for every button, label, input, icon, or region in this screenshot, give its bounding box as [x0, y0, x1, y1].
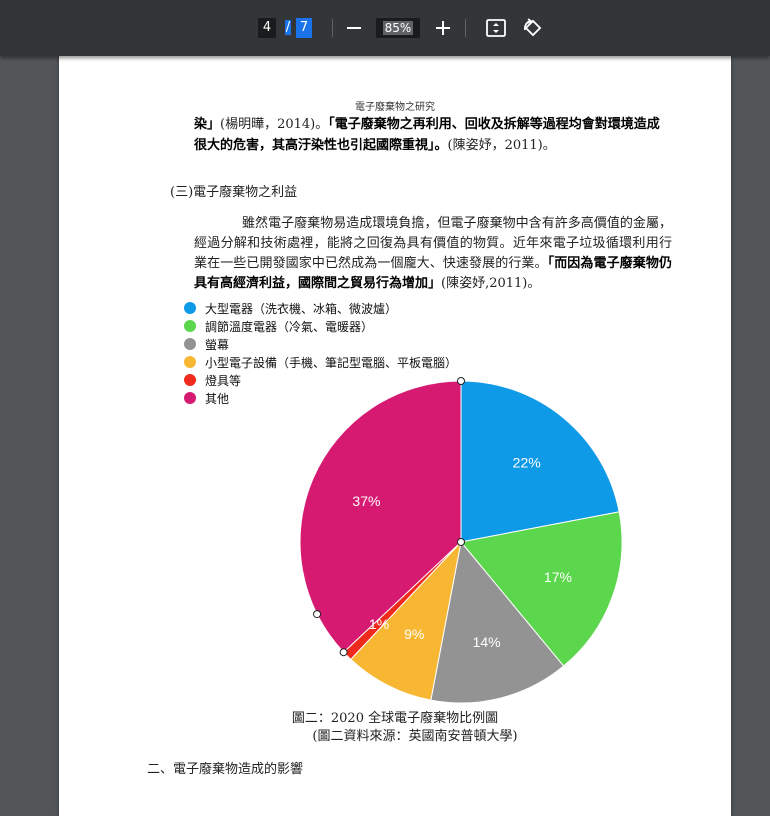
fit-page-icon [486, 19, 506, 37]
zoom-input[interactable]: 85% [376, 18, 420, 38]
plus-icon [436, 21, 450, 35]
pdf-page: 電子廢棄物之研究 染」(楊明曄，2014)。「電子廢棄物之再利用、回收及拆解等過… [59, 56, 731, 816]
slice-value-label: 22% [513, 455, 541, 471]
slice-value-label: 14% [473, 634, 501, 650]
slice-value-label: 1% [369, 616, 389, 632]
pie-chart: 22% 17% 14% 9% 1% 37% [299, 377, 623, 704]
selection-handle[interactable] [457, 538, 465, 546]
rotate-button[interactable] [518, 14, 546, 42]
slice-value-label: 9% [404, 626, 424, 642]
current-page-value: 4 [262, 20, 272, 35]
selection-handle[interactable] [457, 377, 465, 385]
slice-value-label: 17% [544, 569, 572, 585]
toolbar-divider [465, 19, 466, 37]
selection-handle[interactable] [313, 610, 322, 619]
next-section-title: 二、電子廢棄物造成的影響 [147, 762, 304, 777]
slice-value-label: 37% [352, 493, 380, 509]
selection-handle[interactable] [339, 648, 348, 657]
rotate-icon [523, 18, 542, 37]
minus-icon [347, 27, 361, 29]
toolbar-divider [332, 19, 333, 37]
total-pages: 7 [296, 18, 312, 38]
zoom-in-button[interactable] [429, 14, 457, 42]
fit-page-button[interactable] [482, 14, 510, 42]
pdf-toolbar: 4 / 7 85% [0, 0, 770, 56]
figure-caption: 圖二：2020 全球電子廢棄物比例圖 [291, 711, 499, 726]
zoom-value: 85% [382, 21, 414, 35]
current-page-input[interactable]: 4 [258, 18, 276, 38]
zoom-out-button[interactable] [340, 14, 368, 42]
figure-source: (圖二資料來源：英國南安普頓大學) [312, 729, 518, 744]
